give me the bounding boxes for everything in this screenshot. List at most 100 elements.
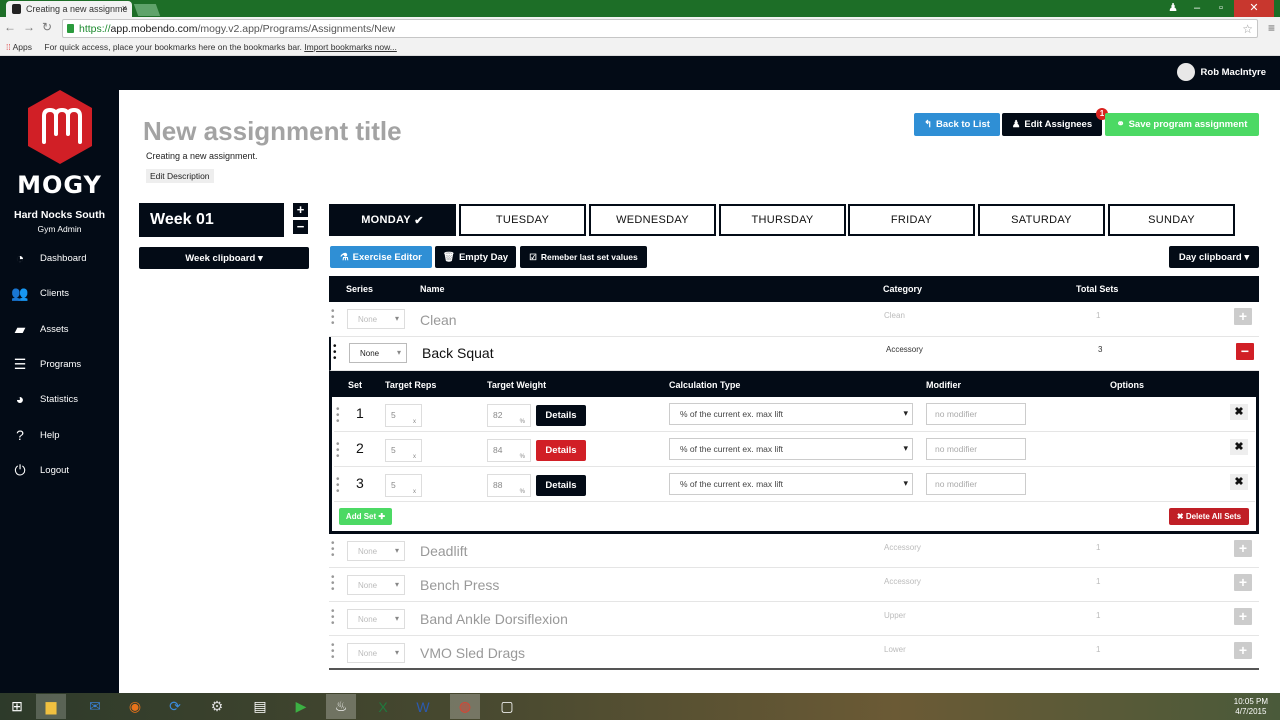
checkbox-icon[interactable]: ☑ bbox=[529, 252, 537, 263]
collapse-button[interactable]: − bbox=[1236, 343, 1254, 360]
url-bar[interactable]: https://app.mobendo.com/mogy.v2.app/Prog… bbox=[62, 19, 1258, 38]
sync-icon[interactable]: ⟳ bbox=[160, 694, 190, 719]
new-tab-button[interactable] bbox=[133, 4, 161, 16]
edit-description-button[interactable]: Edit Description bbox=[146, 169, 214, 183]
series-select[interactable]: None bbox=[347, 609, 405, 629]
table-row[interactable]: ••• None Deadlift Accessory 1 + bbox=[329, 534, 1259, 568]
sidebar-item-dashboard[interactable]: ◔ Dashboard bbox=[10, 249, 87, 267]
drag-handle-icon[interactable]: • • • bbox=[336, 475, 340, 497]
back-to-list-button[interactable]: ↰ Back to List bbox=[914, 113, 1000, 136]
target-weight-input[interactable]: 88% bbox=[487, 474, 531, 497]
tab-sunday[interactable]: SUNDAY bbox=[1108, 204, 1235, 236]
import-bookmarks-link[interactable]: Import bookmarks now... bbox=[304, 42, 397, 52]
series-select[interactable]: None bbox=[347, 575, 405, 595]
recorder-icon[interactable]: ♨ bbox=[326, 694, 356, 719]
empty-day-button[interactable]: 🗑 Empty Day bbox=[435, 246, 516, 268]
week-clipboard-button[interactable]: Week clipboard ▾ bbox=[139, 247, 309, 269]
app-icon[interactable]: ⚙ bbox=[202, 694, 232, 719]
reload-icon[interactable]: ↻ bbox=[42, 20, 52, 34]
drag-handle-icon[interactable]: • • • bbox=[331, 307, 336, 329]
tab-monday[interactable]: MONDAY ✔ bbox=[329, 204, 456, 236]
tab-close-icon[interactable]: × bbox=[122, 3, 127, 13]
sidebar-item-help[interactable]: ? Help bbox=[10, 426, 59, 444]
series-select[interactable]: None bbox=[347, 309, 405, 329]
calculation-type-select[interactable]: % of the current ex. max lift bbox=[669, 473, 913, 495]
tab-wednesday[interactable]: WEDNESDAY bbox=[589, 204, 716, 236]
remove-set-button[interactable]: ✖ bbox=[1230, 439, 1248, 455]
remove-set-button[interactable]: ✖ bbox=[1230, 474, 1248, 490]
firefox-icon[interactable]: ◉ bbox=[120, 694, 150, 719]
modifier-input[interactable]: no modifier bbox=[926, 403, 1026, 425]
drag-handle-icon[interactable]: • • • bbox=[331, 607, 336, 629]
modifier-input[interactable]: no modifier bbox=[926, 473, 1026, 495]
details-button[interactable]: Details bbox=[536, 440, 586, 461]
minimize-icon[interactable]: – bbox=[1186, 0, 1208, 17]
word-icon[interactable]: W bbox=[408, 694, 438, 719]
tab-saturday[interactable]: SATURDAY bbox=[978, 204, 1105, 236]
excel-icon[interactable]: X bbox=[368, 694, 398, 719]
chrome-icon[interactable]: ◍ bbox=[450, 694, 480, 719]
file-explorer-icon[interactable]: ▆ bbox=[36, 694, 66, 719]
sidebar-item-clients[interactable]: 👥 Clients bbox=[10, 284, 69, 302]
edit-assignees-button[interactable]: ♟ Edit Assignees bbox=[1002, 113, 1102, 136]
system-clock[interactable]: 10:05 PM 4/7/2015 bbox=[1234, 697, 1268, 717]
camtasia-icon[interactable]: ▢ bbox=[492, 694, 522, 719]
bookmark-star-icon[interactable]: ☆ bbox=[1242, 22, 1253, 36]
drag-handle-icon[interactable]: • • • bbox=[333, 342, 338, 364]
drag-handle-icon[interactable]: • • • bbox=[336, 405, 340, 427]
expand-button[interactable]: + bbox=[1234, 308, 1252, 325]
target-reps-input[interactable]: 5x bbox=[385, 474, 422, 497]
series-select[interactable]: None bbox=[349, 343, 407, 363]
drag-handle-icon[interactable]: • • • bbox=[331, 573, 336, 595]
expand-button[interactable]: + bbox=[1234, 540, 1252, 557]
tab-thursday[interactable]: THURSDAY bbox=[719, 204, 846, 236]
table-row[interactable]: ••• None Band Ankle Dorsiflexion Upper 1… bbox=[329, 602, 1259, 636]
windows-start-icon[interactable]: ⊞ bbox=[2, 694, 32, 719]
browser-menu-icon[interactable]: ≡ bbox=[1268, 21, 1275, 35]
target-weight-input[interactable]: 84% bbox=[487, 439, 531, 462]
series-select[interactable]: None bbox=[347, 643, 405, 663]
expand-button[interactable]: + bbox=[1234, 642, 1252, 659]
drag-handle-icon[interactable]: • • • bbox=[331, 641, 336, 663]
target-reps-input[interactable]: 5x bbox=[385, 439, 422, 462]
tab-friday[interactable]: FRIDAY bbox=[848, 204, 975, 236]
drag-handle-icon[interactable]: • • • bbox=[336, 440, 340, 462]
add-set-button[interactable]: Add Set ✚ bbox=[339, 508, 392, 525]
browser-tab[interactable]: Creating a new assignme × bbox=[6, 1, 132, 17]
media-player-icon[interactable]: ▶ bbox=[286, 694, 316, 719]
forward-icon[interactable]: → bbox=[23, 20, 35, 34]
maximize-icon[interactable]: ▫ bbox=[1210, 0, 1232, 17]
calculation-type-select[interactable]: % of the current ex. max lift bbox=[669, 403, 913, 425]
apps-shortcut[interactable]: ⁞⁞ Apps bbox=[6, 42, 32, 52]
sidebar-item-statistics[interactable]: ◕ Statistics bbox=[10, 390, 78, 408]
add-week-button[interactable]: + bbox=[293, 203, 308, 217]
back-icon[interactable]: ← bbox=[4, 20, 16, 34]
calculation-type-select[interactable]: % of the current ex. max lift bbox=[669, 438, 913, 460]
remove-set-button[interactable]: ✖ bbox=[1230, 404, 1248, 420]
sidebar-item-assets[interactable]: ▰ Assets bbox=[10, 320, 69, 338]
target-reps-input[interactable]: 5x bbox=[385, 404, 422, 427]
day-clipboard-button[interactable]: Day clipboard ▾ bbox=[1169, 246, 1259, 268]
tab-tuesday[interactable]: TUESDAY bbox=[459, 204, 586, 236]
series-select[interactable]: None bbox=[347, 541, 405, 561]
remember-last-set-toggle[interactable]: ☑ Remeber last set values bbox=[520, 246, 647, 268]
exercise-editor-button[interactable]: ⚗ Exercise Editor bbox=[330, 246, 432, 268]
video-editor-icon[interactable]: ▤ bbox=[245, 694, 275, 719]
details-button[interactable]: Details bbox=[536, 475, 586, 496]
modifier-input[interactable]: no modifier bbox=[926, 438, 1026, 460]
table-row[interactable]: ••• None VMO Sled Drags Lower 1 + bbox=[329, 636, 1259, 670]
save-program-button[interactable]: ⚭ Save program assignment bbox=[1105, 113, 1259, 136]
sidebar-item-logout[interactable]: ⏻ Logout bbox=[10, 461, 69, 479]
target-weight-input[interactable]: 82% bbox=[487, 404, 531, 427]
table-row[interactable]: ••• None Clean Clean 1 + bbox=[329, 302, 1259, 337]
outlook-icon[interactable]: ✉ bbox=[80, 694, 110, 719]
table-row[interactable]: ••• None Back Squat Accessory 3 − bbox=[329, 337, 1259, 371]
drag-handle-icon[interactable]: • • • bbox=[331, 539, 336, 561]
delete-all-sets-button[interactable]: ✖ Delete All Sets bbox=[1169, 508, 1249, 525]
table-row[interactable]: ••• None Bench Press Accessory 1 + bbox=[329, 568, 1259, 602]
expand-button[interactable]: + bbox=[1234, 574, 1252, 591]
remove-week-button[interactable]: − bbox=[293, 220, 308, 234]
page-title[interactable]: New assignment title bbox=[143, 116, 402, 147]
user-profile-icon[interactable]: ♟ bbox=[1162, 0, 1184, 17]
expand-button[interactable]: + bbox=[1234, 608, 1252, 625]
